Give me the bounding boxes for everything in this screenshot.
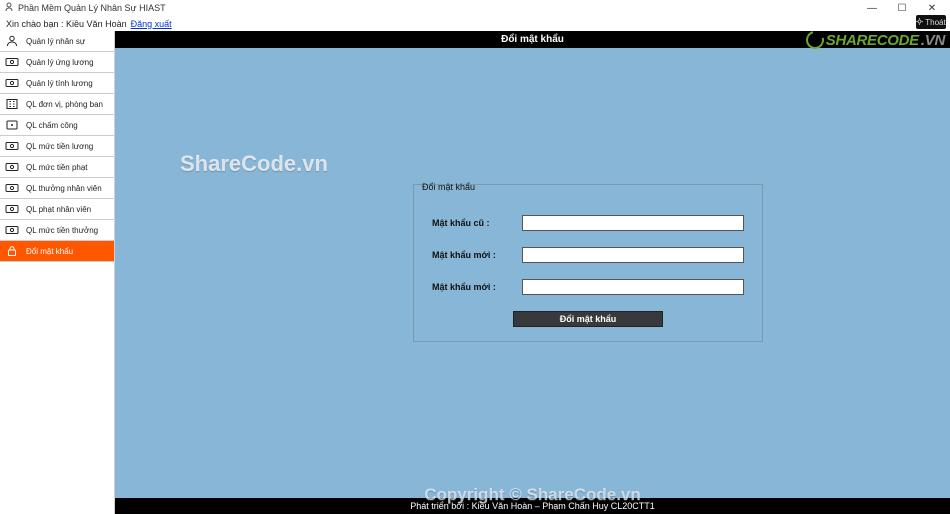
sidebar-item-label: QL thưởng nhân viên (26, 184, 102, 193)
money-icon (4, 181, 20, 195)
logout-link[interactable]: Đăng xuất (131, 19, 172, 29)
money-icon (4, 76, 20, 90)
gear-icon (916, 18, 923, 27)
confirm-password-input[interactable] (522, 279, 744, 295)
sidebar-item-1[interactable]: Quản lý ứng lương (0, 52, 114, 73)
clock-icon (4, 118, 20, 132)
sidebar-item-6[interactable]: QL mức tiền phạt (0, 157, 114, 178)
sidebar: Quản lý nhân sự Quản lý ứng lương Quản lý … (0, 31, 115, 514)
user-icon (4, 34, 20, 48)
lock-icon (4, 244, 20, 258)
content-area: ShareCode.vn Đổi mật khẩu Mật khẩu cũ : … (115, 48, 950, 498)
confirm-password-label: Mật khẩu mới : (432, 282, 522, 292)
app-icon (4, 2, 14, 14)
sidebar-item-label: Quản lý tính lương (26, 79, 93, 88)
old-password-input[interactable] (522, 215, 744, 231)
main-area: SHARECODE.VN Đổi mật khẩu ShareCode.vn Đ… (115, 31, 950, 514)
change-password-panel: Đổi mật khẩu Mật khẩu cũ : Mật khẩu mới … (413, 184, 763, 342)
footer-bar: Phát triển bởi : Kiều Văn Hoàn – Phạm Ch… (115, 498, 950, 514)
sidebar-item-7[interactable]: QL thưởng nhân viên (0, 178, 114, 199)
form-title: Đổi mật khẩu (416, 178, 764, 202)
footer-text: Phát triển bởi : Kiều Văn Hoàn – Phạm Ch… (410, 501, 655, 511)
page-header: Đổi mật khẩu (115, 31, 950, 48)
sidebar-item-5[interactable]: QL mức tiền lương (0, 136, 114, 157)
sidebar-item-9[interactable]: QL mức tiền thưởng (0, 220, 114, 241)
building-icon (4, 97, 20, 111)
new-password-input[interactable] (522, 247, 744, 263)
money-icon (4, 160, 20, 174)
window-title: Phần Mềm Quản Lý Nhân Sự HIAST (18, 3, 166, 13)
submit-button[interactable]: Đổi mật khẩu (513, 311, 663, 327)
sidebar-item-label: Đổi mật khẩu (26, 247, 73, 256)
sidebar-item-3[interactable]: QL đơn vị, phòng ban (0, 94, 114, 115)
money-icon (4, 55, 20, 69)
welcome-bar: Xin chào bạn : Kiều Văn Hoàn Đăng xuất T… (0, 16, 950, 31)
money-icon (4, 139, 20, 153)
sidebar-item-label: QL phạt nhân viên (26, 205, 91, 214)
sidebar-item-10[interactable]: Đổi mật khẩu (0, 241, 114, 262)
sidebar-item-2[interactable]: Quản lý tính lương (0, 73, 114, 94)
sidebar-item-label: QL chấm công (26, 121, 78, 130)
page-title: Đổi mật khẩu (501, 34, 564, 45)
money-icon (4, 223, 20, 237)
watermark-text-1: ShareCode.vn (180, 151, 328, 177)
window-titlebar: Phần Mềm Quản Lý Nhân Sự HIAST — ☐ ✕ (0, 0, 950, 16)
close-button[interactable]: ✕ (922, 3, 942, 14)
welcome-greeting: Xin chào bạn : Kiều Văn Hoàn (6, 19, 127, 29)
minimize-button[interactable]: — (862, 3, 882, 14)
sidebar-item-label: QL mức tiền thưởng (26, 226, 98, 235)
settings-button[interactable]: Thoát (916, 15, 946, 29)
sidebar-item-label: QL mức tiền phạt (26, 163, 88, 172)
old-password-label: Mật khẩu cũ : (432, 218, 522, 228)
sidebar-item-8[interactable]: QL phạt nhân viên (0, 199, 114, 220)
sidebar-item-label: QL mức tiền lương (26, 142, 93, 151)
sidebar-item-label: QL đơn vị, phòng ban (26, 100, 103, 109)
sidebar-item-4[interactable]: QL chấm công (0, 115, 114, 136)
maximize-button[interactable]: ☐ (892, 3, 912, 14)
sidebar-item-label: Quản lý ứng lương (26, 58, 94, 67)
new-password-label: Mật khẩu mới : (432, 250, 522, 260)
money-icon (4, 202, 20, 216)
sidebar-item-label: Quản lý nhân sự (26, 37, 85, 46)
sidebar-item-0[interactable]: Quản lý nhân sự (0, 31, 114, 52)
